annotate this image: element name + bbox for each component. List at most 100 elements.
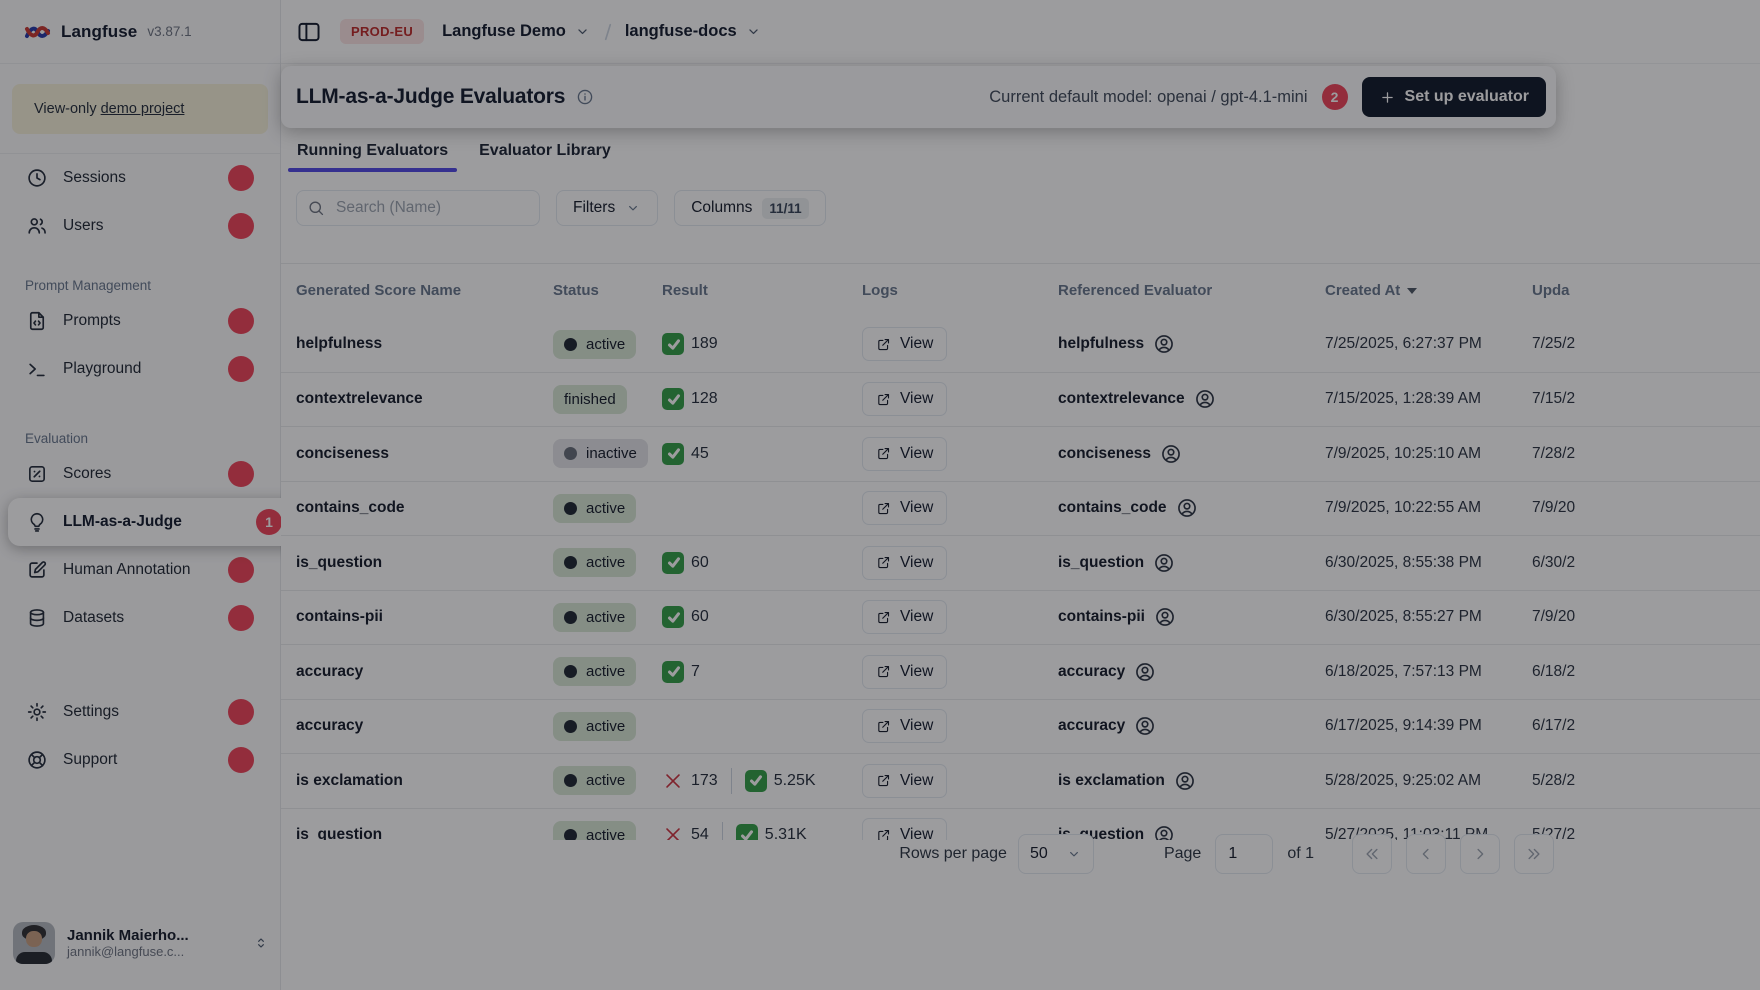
updated-at-cell: 7/25/2	[1532, 335, 1760, 353]
user-menu[interactable]: Jannik Maierho... jannik@langfuse.c...	[13, 922, 269, 964]
cross-mark-icon	[662, 770, 684, 792]
status-badge: active	[553, 821, 636, 840]
external-link-icon	[876, 446, 891, 461]
filters-label: Filters	[573, 199, 615, 217]
tab-running-evaluators[interactable]: Running Evaluators	[288, 130, 457, 172]
clock-icon	[26, 167, 48, 189]
sidebar-item-playground[interactable]: Playground	[0, 345, 280, 393]
view-logs-button[interactable]: View	[862, 491, 947, 525]
sidebar-item-users[interactable]: Users	[0, 202, 280, 250]
brand-name: Langfuse	[61, 22, 137, 42]
check-mark-icon	[745, 770, 767, 792]
sidebar-item-support[interactable]: Support	[0, 736, 280, 784]
info-icon[interactable]	[576, 88, 594, 106]
page-number-input[interactable]	[1215, 834, 1273, 874]
created-at-cell: 7/9/2025, 10:22:55 AM	[1325, 499, 1532, 517]
tab-evaluator-library[interactable]: Evaluator Library	[470, 130, 620, 172]
org-switcher[interactable]: Langfuse Demo	[442, 22, 591, 41]
page-title: LLM-as-a-Judge Evaluators	[296, 85, 565, 109]
chevron-down-icon	[574, 23, 591, 40]
search-input[interactable]	[334, 198, 529, 218]
table-toolbar: Filters Columns 11/11	[296, 190, 826, 226]
first-page-button[interactable]	[1352, 834, 1392, 874]
sidebar-item-llm-as-a-judge[interactable]: LLM-as-a-Judge 1	[8, 498, 308, 546]
status-badge: finished	[553, 385, 627, 414]
column-header-status[interactable]: Status	[553, 282, 662, 299]
sort-desc-icon	[1407, 287, 1417, 295]
sidebar-toggle-button[interactable]	[296, 19, 322, 45]
next-page-button[interactable]	[1460, 834, 1500, 874]
updated-at-cell: 6/30/2	[1532, 554, 1760, 572]
user-circle-icon	[1176, 497, 1198, 519]
view-logs-button[interactable]: View	[862, 437, 947, 471]
column-header-referenced-evaluator[interactable]: Referenced Evaluator	[1058, 282, 1325, 299]
column-header-generated-score-name[interactable]: Generated Score Name	[296, 282, 553, 299]
sidebar-item-human-annotation[interactable]: Human Annotation	[0, 546, 280, 594]
created-at-cell: 6/30/2025, 8:55:38 PM	[1325, 554, 1532, 572]
column-header-result[interactable]: Result	[662, 282, 862, 299]
sidebar: Langfuse v3.87.1 View-only demo project …	[0, 0, 281, 990]
generated-score-name: is_question	[296, 826, 382, 840]
rows-per-page-select[interactable]: 50	[1018, 834, 1094, 874]
sidebar-item-prompts[interactable]: Prompts	[0, 297, 280, 345]
column-header-logs[interactable]: Logs	[862, 282, 1058, 299]
columns-count-badge: 11/11	[762, 198, 808, 219]
rows-per-page-value: 50	[1030, 845, 1048, 863]
generated-score-name: accuracy	[296, 663, 363, 680]
column-header-created-at[interactable]: Created At	[1325, 282, 1532, 299]
created-at-cell: 7/25/2025, 6:27:37 PM	[1325, 335, 1532, 353]
user-circle-icon	[1134, 661, 1156, 683]
default-model-text: Current default model: openai / gpt-4.1-…	[989, 88, 1307, 107]
columns-label: Columns	[691, 199, 752, 217]
view-logs-button[interactable]: View	[862, 655, 947, 689]
view-logs-button[interactable]: View	[862, 764, 947, 798]
table-row: accuracy active 7 View accuracy 6/18	[281, 644, 1760, 699]
created-at-cell: 6/17/2025, 9:14:39 PM	[1325, 717, 1532, 735]
column-header-upda[interactable]: Upda	[1532, 282, 1760, 299]
generated-score-name: contextrelevance	[296, 390, 423, 407]
sidebar-item-settings[interactable]: Settings	[0, 688, 280, 736]
filters-button[interactable]: Filters	[556, 190, 658, 226]
cross-mark-icon	[662, 824, 684, 840]
check-mark-icon	[662, 443, 684, 465]
last-page-button[interactable]	[1514, 834, 1554, 874]
table-body: helpfulness active 189 View helpfulness	[281, 317, 1760, 840]
check-mark-icon	[662, 552, 684, 574]
sidebar-item-datasets[interactable]: Datasets	[0, 594, 280, 642]
created-at-cell: 7/15/2025, 1:28:39 AM	[1325, 390, 1532, 408]
view-logs-button[interactable]: View	[862, 327, 947, 361]
status-badge: inactive	[553, 439, 648, 468]
annotation-icon	[26, 559, 48, 581]
view-logs-button[interactable]: View	[862, 600, 947, 634]
project-switcher[interactable]: langfuse-docs	[625, 22, 762, 41]
tour-step-1-badge	[228, 213, 254, 239]
status-dot	[564, 338, 577, 351]
updated-at-cell: 5/27/2	[1532, 826, 1760, 840]
database-icon	[26, 607, 48, 629]
generated-score-name: contains-pii	[296, 608, 383, 625]
table-row: is_question active 60 View is_question	[281, 535, 1760, 590]
status-badge: active	[553, 494, 636, 523]
previous-page-button[interactable]	[1406, 834, 1446, 874]
set-up-evaluator-button[interactable]: Set up evaluator	[1362, 77, 1546, 117]
view-only-banner[interactable]: View-only demo project	[12, 84, 268, 134]
sidebar-item-scores[interactable]: Scores	[0, 450, 280, 498]
status-badge: active	[553, 712, 636, 741]
search-box[interactable]	[296, 190, 540, 226]
fail-result: 54	[662, 824, 709, 840]
view-logs-button[interactable]: View	[862, 546, 947, 580]
updated-at-cell: 6/18/2	[1532, 663, 1760, 681]
table-row: contains_code active View contains_code …	[281, 481, 1760, 536]
sidebar-brand-row: Langfuse v3.87.1	[0, 0, 280, 64]
view-logs-button[interactable]: View	[862, 709, 947, 743]
pass-result: 128	[662, 388, 718, 410]
chevrons-up-down-icon	[253, 935, 269, 951]
columns-button[interactable]: Columns 11/11	[674, 190, 825, 226]
chevron-left-icon	[1417, 845, 1435, 863]
prompt-file-icon	[26, 310, 48, 332]
topbar: PROD-EU Langfuse Demo langfuse-docs	[281, 0, 1760, 64]
sidebar-item-sessions[interactable]: Sessions	[0, 154, 280, 202]
updated-at-cell: 7/9/20	[1532, 608, 1760, 626]
view-logs-button[interactable]: View	[862, 382, 947, 416]
demo-project-link[interactable]: demo project	[101, 101, 185, 117]
